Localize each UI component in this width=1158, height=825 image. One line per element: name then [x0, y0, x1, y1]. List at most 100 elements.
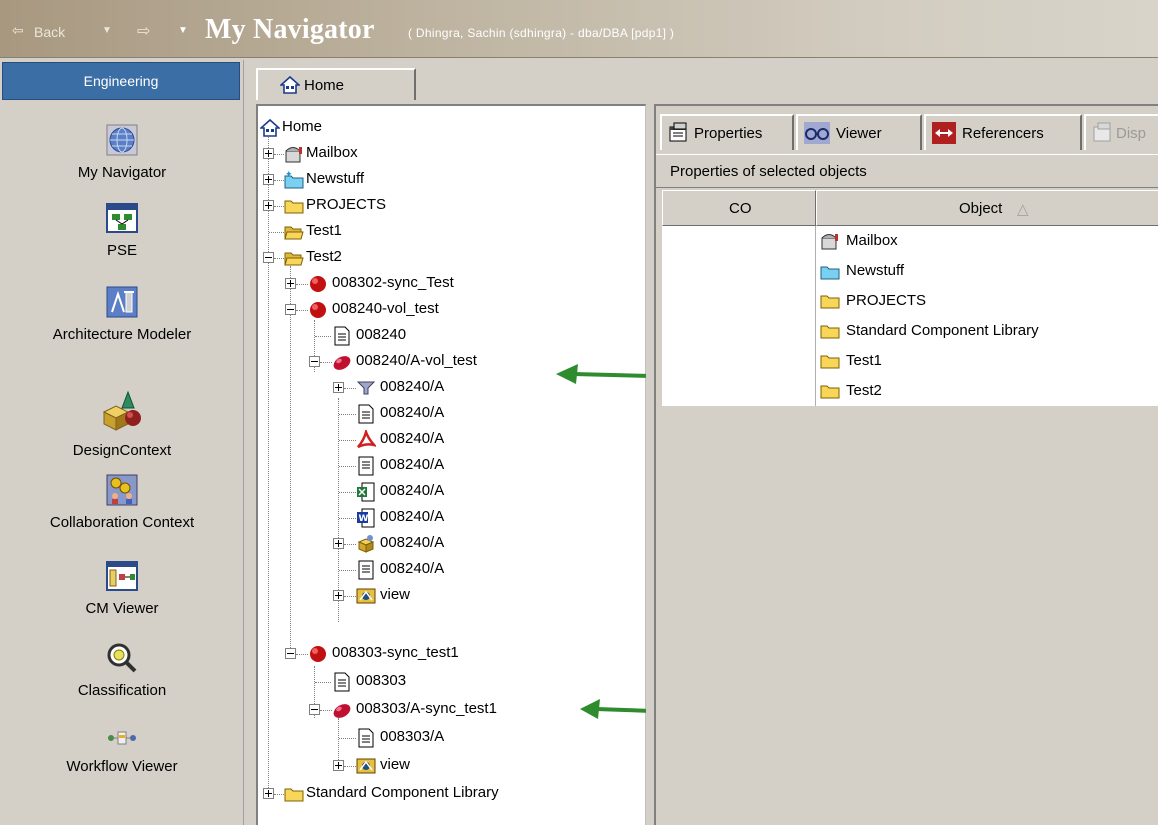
tree-node-label: 008240/A	[380, 560, 445, 577]
collapse-icon[interactable]	[285, 304, 296, 315]
referencers-icon	[932, 122, 956, 144]
mailbox-icon	[821, 234, 838, 250]
glasses-icon	[804, 122, 830, 144]
text-file-icon	[358, 560, 374, 580]
back-dropdown-icon[interactable]: ▼	[102, 25, 112, 36]
main-tab-strip: Home	[244, 60, 1158, 102]
package-icon	[357, 535, 375, 553]
tree-node-label: 008240/A	[380, 378, 445, 395]
item-ball-icon	[310, 302, 326, 318]
expand-icon[interactable]	[263, 148, 274, 159]
document-icon	[358, 404, 374, 424]
tree-node-label: Test1	[306, 222, 342, 239]
nav-item-cm-viewer[interactable]: CM Viewer	[0, 560, 244, 617]
design-context-icon	[102, 390, 141, 431]
cell-object-label: Standard Component Library	[846, 322, 1039, 339]
tree-node-label: Newstuff	[306, 170, 365, 187]
back-arrow-icon[interactable]: ⇦	[12, 22, 24, 39]
expand-icon[interactable]	[333, 590, 344, 601]
expand-icon[interactable]	[333, 760, 344, 771]
properties-table: CO Object △ Mailbox Newstuff PROJECTS St…	[662, 190, 1158, 825]
document-icon	[334, 326, 350, 346]
nav-label-classification: Classification	[77, 682, 167, 699]
nav-item-pse[interactable]: PSE	[0, 202, 244, 259]
tree-node-label: Test2	[306, 248, 342, 265]
nav-item-collaboration-context[interactable]: Collaboration Context	[0, 474, 244, 531]
tree-node-label: 008240/A	[380, 430, 445, 447]
expand-icon[interactable]	[263, 174, 274, 185]
tree-guide	[290, 266, 291, 654]
back-button[interactable]: Back	[34, 24, 65, 40]
expand-icon[interactable]	[285, 278, 296, 289]
expand-icon[interactable]	[263, 788, 274, 799]
session-info: ( Dhingra, Sachin (sdhingra) - dba/DBA […	[408, 26, 675, 40]
cell-object: Mailbox	[816, 226, 1158, 256]
nav-item-classification[interactable]: Classification	[0, 642, 244, 699]
tab-viewer[interactable]: Viewer	[796, 114, 922, 150]
nav-item-my-navigator[interactable]: My Navigator	[0, 124, 244, 181]
tree-guide	[338, 718, 339, 766]
tree-node-label: 008303/A	[380, 728, 445, 745]
word-icon: W	[357, 508, 375, 528]
cell-object: PROJECTS	[816, 286, 1158, 316]
tab-viewer-label: Viewer	[836, 125, 882, 142]
cell-object: Test2	[816, 376, 1158, 406]
cell-co	[662, 316, 816, 346]
cell-object-label: Test1	[846, 352, 882, 369]
cell-co	[662, 286, 816, 316]
tree-node-label: PROJECTS	[306, 196, 387, 213]
tree-node-label: 008240	[356, 326, 407, 343]
forward-button[interactable]: ⇨	[137, 21, 150, 41]
collapse-icon[interactable]	[309, 704, 320, 715]
tab-home[interactable]: Home	[256, 68, 416, 100]
bom-view-icon	[356, 381, 376, 395]
column-header-object[interactable]: Object △	[816, 190, 1158, 226]
tab-properties[interactable]: Properties	[660, 114, 794, 150]
tree-node-label: 008240/A	[380, 456, 445, 473]
tree-node-label: 008303/A-sync_test1	[356, 700, 497, 717]
expand-icon[interactable]	[333, 538, 344, 549]
expand-icon[interactable]	[263, 200, 274, 211]
nav-item-designcontext[interactable]: DesignContext	[0, 390, 244, 459]
item-ball-icon	[310, 276, 326, 292]
panel-splitter[interactable]	[646, 104, 654, 825]
title-bar: ⇦ Back ▼ ⇨ ▼ My Navigator ( Dhingra, Sac…	[0, 0, 1158, 58]
collapse-icon[interactable]	[309, 356, 320, 367]
cell-co	[662, 226, 816, 256]
tab-referencers[interactable]: Referencers	[924, 114, 1082, 150]
properties-panel: Properties Viewer Referencers Disp Prope…	[654, 104, 1158, 825]
table-row[interactable]: Newstuff	[662, 256, 1158, 286]
table-row[interactable]: Mailbox	[662, 226, 1158, 256]
tab-properties-label: Properties	[694, 125, 763, 142]
tab-display-label: Disp	[1116, 125, 1147, 142]
tab-display[interactable]: Disp	[1084, 114, 1158, 150]
cell-object: Newstuff	[816, 256, 1158, 286]
tree-node-label: 008240/A	[380, 508, 445, 525]
nav-item-architecture-modeler[interactable]: Architecture Modeler	[0, 286, 244, 343]
table-row[interactable]: PROJECTS	[662, 286, 1158, 316]
table-row[interactable]: Test2	[662, 376, 1158, 406]
forward-dropdown-icon[interactable]: ▼	[178, 25, 188, 36]
nav-label-my-navigator: My Navigator	[77, 164, 167, 181]
nav-label-architecture-modeler: Architecture Modeler	[52, 326, 192, 343]
expand-icon[interactable]	[333, 382, 344, 393]
folder-icon	[284, 788, 304, 802]
item-ball-icon	[310, 646, 326, 662]
folder-icon	[284, 200, 304, 214]
column-header-co[interactable]: CO	[662, 190, 816, 226]
cm-viewer-icon	[106, 561, 138, 591]
cell-object-label: PROJECTS	[846, 292, 927, 309]
magnifier-icon	[107, 643, 137, 673]
svg-text:W: W	[359, 514, 369, 524]
newstuff-folder-icon: ✦	[284, 170, 304, 189]
annotation-arrow-icon	[580, 699, 653, 719]
engineering-group-label: Engineering	[83, 73, 159, 89]
collapse-icon[interactable]	[285, 648, 296, 659]
table-row[interactable]: Standard Component Library	[662, 316, 1158, 346]
folder-icon	[820, 355, 840, 369]
nav-item-workflow-viewer[interactable]: Workflow Viewer	[0, 726, 244, 775]
collapse-icon[interactable]	[263, 252, 274, 263]
engineering-group-header[interactable]: Engineering	[2, 62, 240, 100]
table-row[interactable]: Test1	[662, 346, 1158, 376]
folder-icon	[820, 325, 840, 339]
